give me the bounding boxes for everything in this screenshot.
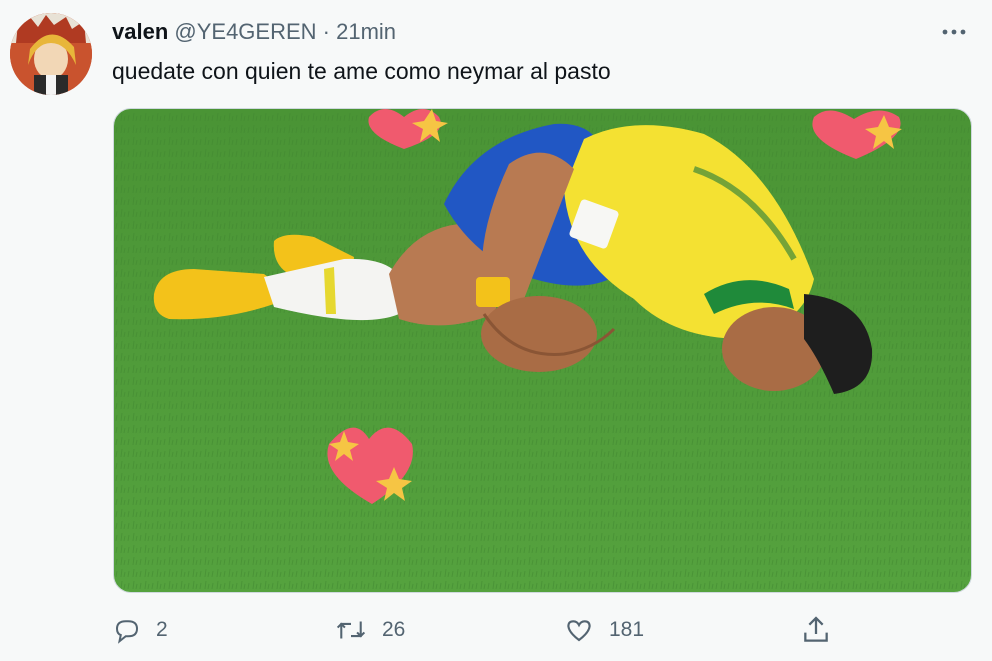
retweet-button[interactable]: 26 (334, 610, 405, 650)
author-handle[interactable]: @YE4GEREN (174, 19, 316, 44)
share-icon (804, 616, 828, 642)
retweet-icon (336, 621, 366, 639)
tweet-card[interactable]: valen @YE4GEREN · 21min quedate con quie… (0, 0, 992, 661)
like-count: 181 (609, 618, 645, 641)
retweet-count: 26 (382, 618, 406, 641)
photo-image (114, 109, 971, 592)
reply-button[interactable]: 2 (112, 610, 168, 650)
separator-dot: · (322, 19, 330, 44)
tweet-text: quedate con quien te ame como neymar al … (112, 58, 611, 84)
tweet-photo[interactable] (113, 108, 972, 593)
reply-count: 2 (156, 618, 168, 641)
more-horizontal-icon (942, 29, 966, 35)
tweet-actions: 2 26 181 (0, 610, 992, 650)
user-avatar[interactable] (10, 13, 92, 95)
reply-icon (115, 620, 139, 644)
avatar-image (10, 13, 92, 95)
more-options-button[interactable] (938, 16, 970, 48)
author-name[interactable]: valen (112, 19, 168, 44)
tweet-time[interactable]: 21min (336, 19, 396, 44)
tweet-header: valen @YE4GEREN · 21min (112, 19, 396, 45)
heart-icon (567, 620, 591, 642)
like-button[interactable]: 181 (563, 610, 644, 650)
share-button[interactable] (800, 610, 846, 650)
